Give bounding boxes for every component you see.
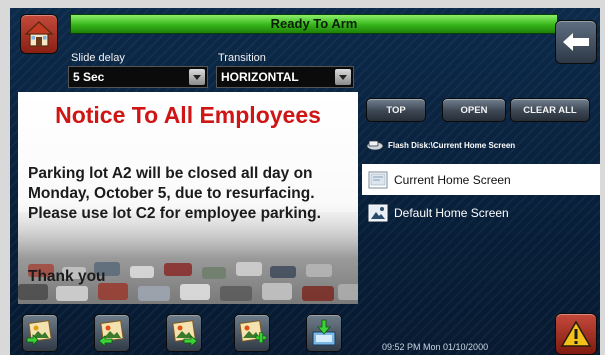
warning-icon [561, 320, 591, 347]
back-arrow-icon [563, 33, 589, 51]
chevron-down-icon[interactable] [335, 69, 351, 85]
status-text: Ready To Arm [270, 16, 358, 31]
parking-lot-photo [18, 212, 358, 304]
add-image-icon [239, 320, 267, 344]
image-file-icon [368, 204, 388, 221]
clear-all-button[interactable]: CLEAR ALL [510, 98, 590, 122]
file-list: Current Home Screen Default Home Screen [362, 164, 600, 228]
previous-slide-button[interactable] [94, 314, 130, 352]
touchscreen: Ready To Arm Slide delay 5 Sec Transitio… [10, 8, 600, 355]
top-button[interactable]: TOP [366, 98, 426, 122]
notice-title: Notice To All Employees [55, 102, 321, 128]
file-name: Current Home Screen [394, 172, 511, 187]
notice-body: Parking lot A2 will be closed all day on… [28, 165, 321, 222]
file-path-text: Flash Disk:\Current Home Screen [388, 140, 516, 150]
add-slide-button[interactable] [22, 314, 58, 352]
screen-file-icon [368, 171, 388, 188]
slide-toolbar [10, 314, 550, 355]
slide-delay-label: Slide delay [71, 52, 125, 64]
previous-slide-icon [98, 320, 124, 347]
file-path-bar: Flash Disk:\Current Home Screen [362, 134, 600, 156]
disk-drive-icon [366, 140, 384, 151]
top-button-label: TOP [386, 104, 406, 116]
download-button[interactable] [306, 314, 342, 352]
download-icon [312, 319, 336, 346]
notice-signoff: Thank you [28, 268, 106, 285]
transition-select[interactable]: HORIZONTAL [216, 66, 354, 88]
status-bar: Ready To Arm [70, 14, 558, 34]
transition-value: HORIZONTAL [221, 70, 299, 84]
transition-label: Transition [218, 52, 266, 64]
back-button[interactable] [555, 20, 597, 64]
file-name: Default Home Screen [394, 205, 509, 220]
next-slide-button[interactable] [166, 314, 202, 352]
add-image-button[interactable] [234, 314, 270, 352]
alarm-button[interactable] [555, 313, 597, 355]
next-slide-icon [172, 320, 198, 347]
slide-delay-value: 5 Sec [73, 70, 105, 84]
slide-delay-select[interactable]: 5 Sec [68, 66, 208, 88]
home-icon [24, 21, 54, 47]
list-item[interactable]: Default Home Screen [362, 197, 600, 228]
home-button[interactable] [20, 14, 58, 54]
open-button-label: OPEN [460, 104, 488, 116]
slide-preview: Notice To All Employees Parking lot A2 w… [18, 92, 358, 304]
open-button[interactable]: OPEN [442, 98, 506, 122]
chevron-down-icon[interactable] [189, 69, 205, 85]
list-item[interactable]: Current Home Screen [362, 164, 600, 195]
add-slide-icon [26, 320, 52, 346]
clear-all-button-label: CLEAR ALL [523, 104, 577, 116]
